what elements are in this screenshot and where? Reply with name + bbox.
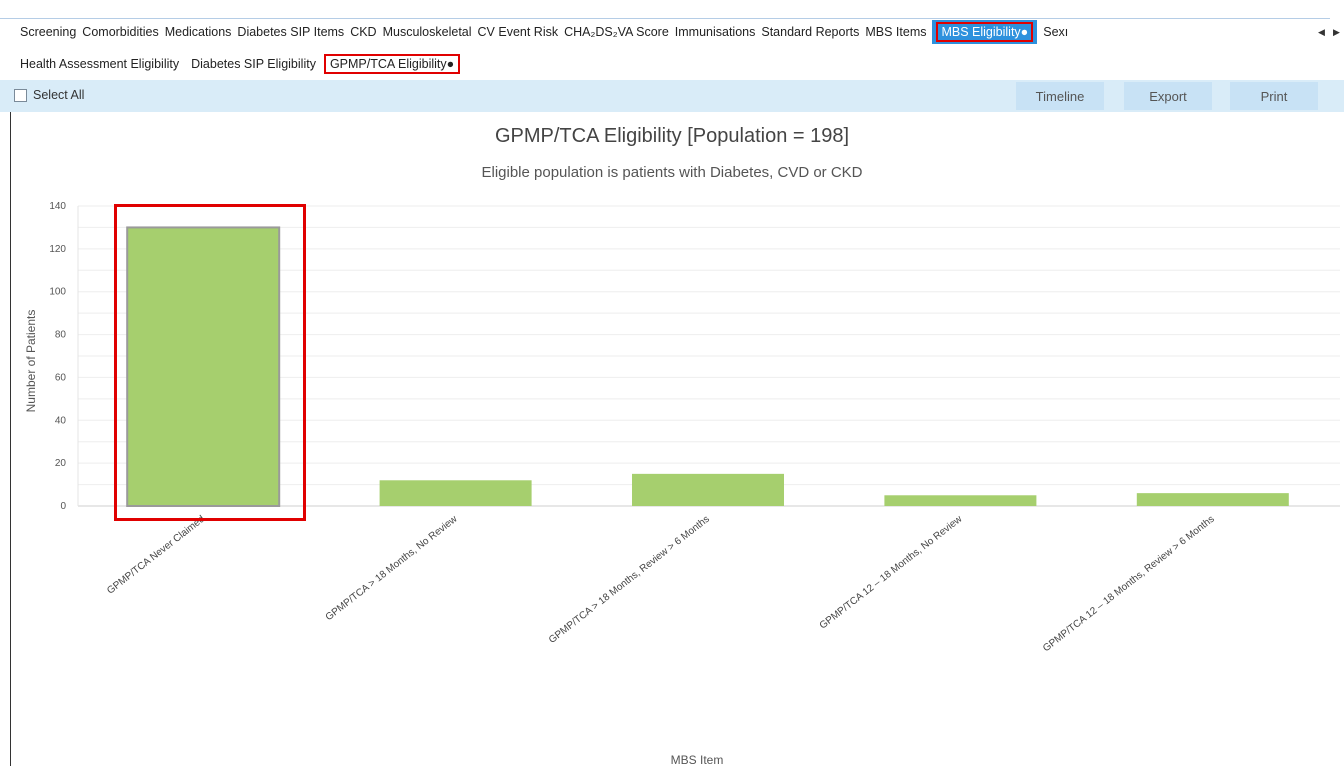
tab-immunisations[interactable]: Immunisations <box>669 22 756 42</box>
tab-bar-border <box>0 18 1330 19</box>
tab-ckd[interactable]: CKD <box>344 22 376 42</box>
x-category-label: GPMP/TCA > 18 Months, No Review <box>324 513 460 623</box>
x-category-label: GPMP/TCA 12 – 18 Months, Review > 6 Mont… <box>1041 514 1217 655</box>
y-tick-label: 40 <box>55 415 67 426</box>
tab-scroll-controls: ◀ ▶ <box>1314 22 1344 42</box>
scroll-left-icon[interactable]: ◀ <box>1318 27 1325 38</box>
tab-musculoskeletal[interactable]: Musculoskeletal <box>377 22 472 42</box>
y-tick-label: 0 <box>60 501 66 512</box>
tab-comorbidities[interactable]: Comorbidities <box>76 22 158 42</box>
tab-mbs-eligibility-label: MBS Eligibility● <box>936 22 1034 42</box>
subtab-health-assessment-eligibility[interactable]: Health Assessment Eligibility <box>0 54 185 74</box>
tab-cha2ds2va-score[interactable]: CHA₂DS₂VA Score <box>558 22 669 42</box>
y-tick-label: 60 <box>55 372 67 383</box>
tab-diabetes-sip-items[interactable]: Diabetes SIP Items <box>231 22 344 42</box>
bar-1[interactable] <box>379 480 532 506</box>
y-tick-label: 100 <box>49 287 66 298</box>
y-axis-title: Number of Patients <box>24 310 38 413</box>
print-button[interactable]: Print <box>1230 82 1318 110</box>
tab-standard-reports[interactable]: Standard Reports <box>755 22 859 42</box>
y-tick-label: 140 <box>49 201 66 212</box>
select-all-checkbox[interactable] <box>14 88 27 102</box>
report-toolbar: Select All Timeline Export Print <box>0 80 1344 112</box>
timeline-button[interactable]: Timeline <box>1016 82 1104 110</box>
tab-mbs-eligibility[interactable]: MBS Eligibility● <box>932 20 1038 44</box>
export-button[interactable]: Export <box>1124 82 1212 110</box>
y-tick-label: 20 <box>55 458 67 469</box>
x-category-label: GPMP/TCA 12 – 18 Months, No Review <box>818 513 965 631</box>
sub-tab-strip: Health Assessment Eligibility Diabetes S… <box>0 52 461 76</box>
x-category-label: GPMP/TCA > 18 Months, Review > 6 Months <box>547 514 712 646</box>
tab-screening[interactable]: Screening <box>0 22 76 42</box>
select-all-control[interactable]: Select All <box>14 88 84 102</box>
scroll-right-icon[interactable]: ▶ <box>1333 27 1340 38</box>
tab-medications[interactable]: Medications <box>159 22 232 42</box>
report-tab-bar: Screening Comorbidities Medications Diab… <box>0 0 1344 46</box>
subtab-diabetes-sip-eligibility[interactable]: Diabetes SIP Eligibility <box>185 54 322 74</box>
x-category-label: GPMP/TCA Never Claimed <box>105 514 207 597</box>
highlight-never-claimed-bar <box>114 204 306 521</box>
chart-title: GPMP/TCA Eligibility [Population = 198] <box>494 125 850 147</box>
tab-truncated[interactable]: Sexı <box>1037 22 1068 42</box>
y-tick-label: 80 <box>55 330 67 341</box>
subtab-gpmp-tca-eligibility[interactable]: GPMP/TCA Eligibility● <box>323 54 461 74</box>
x-axis-category-labels: GPMP/TCA Never Claimed GPMP/TCA > 18 Mont… <box>105 513 1216 654</box>
chart-subtitle: Eligible population is patients with Dia… <box>481 164 863 181</box>
bar-2[interactable] <box>632 473 784 506</box>
y-axis-ticks: 0 20 40 60 80 100 120 140 <box>49 201 66 512</box>
bar-3[interactable] <box>884 495 1037 506</box>
y-tick-label: 120 <box>49 244 66 255</box>
x-axis-title: MBS Item <box>671 753 724 766</box>
tab-mbs-items[interactable]: MBS Items <box>859 22 926 42</box>
select-all-label: Select All <box>33 88 85 102</box>
bar-4[interactable] <box>1136 493 1289 506</box>
main-tab-strip: Screening Comorbidities Medications Diab… <box>0 20 1068 44</box>
tab-cv-event-risk[interactable]: CV Event Risk <box>472 22 559 42</box>
